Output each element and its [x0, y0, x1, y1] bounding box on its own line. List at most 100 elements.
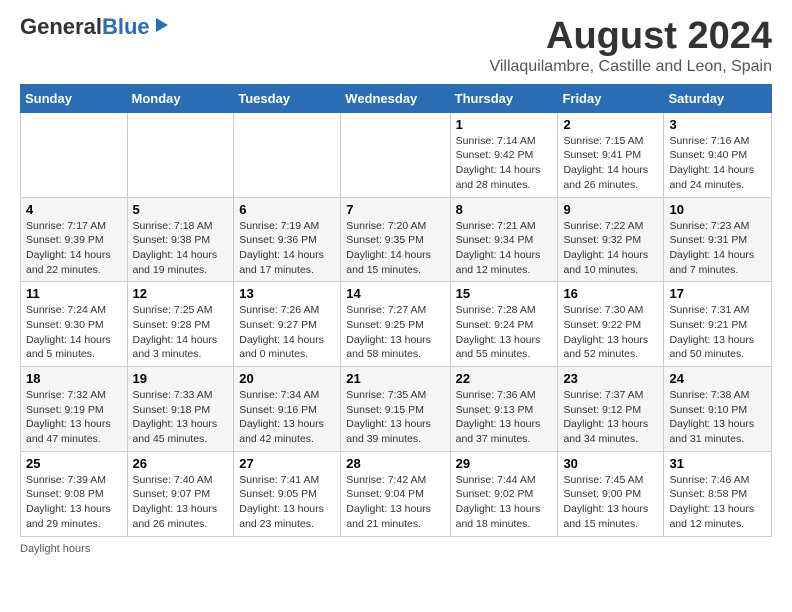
calendar-cell: 30Sunrise: 7:45 AM Sunset: 9:00 PM Dayli… — [558, 451, 664, 536]
day-number: 3 — [669, 117, 766, 132]
calendar-cell: 8 Sunrise: 7:21 AM Sunset: 9:34 PM Daylig… — [450, 197, 558, 282]
day-number: 14 — [346, 286, 444, 301]
calendar-cell: 23 Sunrise: 7:37 AM Sunset: 9:12 PM Dayli… — [558, 367, 664, 452]
day-number: 20 — [239, 371, 335, 386]
day-info: Sunrise: 7:36 AM Sunset: 9:13 PM Dayligh… — [456, 388, 553, 447]
day-number: 13 — [239, 286, 335, 301]
day-info: Sunrise: 7:33 AM Sunset: 9:18 PM Dayligh… — [133, 388, 229, 447]
calendar-cell: 28 Sunrise: 7:42 AM Sunset: 9:04 PM Dayli… — [341, 451, 450, 536]
calendar-cell: 24 Sunrise: 7:38 AM Sunset: 9:10 PM Dayli… — [664, 367, 772, 452]
day-number: 23 — [563, 371, 658, 386]
day-info: Sunrise: 7:30 AM Sunset: 9:22 PM Dayligh… — [563, 303, 658, 362]
calendar-cell: 3 Sunrise: 7:16 AM Sunset: 9:40 PM Daylig… — [664, 112, 772, 197]
day-number: 11 — [26, 286, 122, 301]
day-number: 6 — [239, 202, 335, 217]
day-number: 8 — [456, 202, 553, 217]
calendar-cell: 27Sunrise: 7:41 AM Sunset: 9:05 PM Dayli… — [234, 451, 341, 536]
day-number: 16 — [563, 286, 658, 301]
calendar-cell: 29 Sunrise: 7:44 AM Sunset: 9:02 PM Dayli… — [450, 451, 558, 536]
subtitle: Villaquilambre, Castille and Leon, Spain — [489, 58, 772, 76]
day-info: Sunrise: 7:44 AM Sunset: 9:02 PM Dayligh… — [456, 473, 553, 532]
day-info: Sunrise: 7:45 AM Sunset: 9:00 PM Dayligh… — [563, 473, 658, 532]
day-info: Sunrise: 7:31 AM Sunset: 9:21 PM Dayligh… — [669, 303, 766, 362]
day-info: Sunrise: 7:25 AM Sunset: 9:28 PM Dayligh… — [133, 303, 229, 362]
day-info: Sunrise: 7:16 AM Sunset: 9:40 PM Dayligh… — [669, 134, 766, 193]
day-info: Sunrise: 7:37 AM Sunset: 9:12 PM Dayligh… — [563, 388, 658, 447]
calendar-cell: 5 Sunrise: 7:18 AM Sunset: 9:38 PM Daylig… — [127, 197, 234, 282]
day-number: 2 — [563, 117, 658, 132]
day-info: Sunrise: 7:24 AM Sunset: 9:30 PM Dayligh… — [26, 303, 122, 362]
calendar-cell: 14 Sunrise: 7:27 AM Sunset: 9:25 PM Dayli… — [341, 282, 450, 367]
day-info: Sunrise: 7:41 AM Sunset: 9:05 PM Dayligh… — [239, 473, 335, 532]
day-number: 25 — [26, 456, 122, 471]
day-number: 10 — [669, 202, 766, 217]
main-title: August 2024 — [489, 16, 772, 58]
day-number: 28 — [346, 456, 444, 471]
day-info: Sunrise: 7:15 AM Sunset: 9:41 PM Dayligh… — [563, 134, 658, 193]
day-number: 7 — [346, 202, 444, 217]
day-number: 15 — [456, 286, 553, 301]
day-number: 5 — [133, 202, 229, 217]
calendar-cell: 20 Sunrise: 7:34 AM Sunset: 9:16 PM Dayli… — [234, 367, 341, 452]
weekday-header-saturday: Saturday — [664, 84, 772, 112]
calendar-cell: 9 Sunrise: 7:22 AM Sunset: 9:32 PM Daylig… — [558, 197, 664, 282]
calendar-cell: 1Sunrise: 7:14 AM Sunset: 9:42 PM Daylig… — [450, 112, 558, 197]
calendar-cell — [341, 112, 450, 197]
page-header: GeneralBlue August 2024 Villaquilambre, … — [20, 16, 772, 76]
day-number: 22 — [456, 371, 553, 386]
day-info: Sunrise: 7:20 AM Sunset: 9:35 PM Dayligh… — [346, 219, 444, 278]
logo-text: GeneralBlue — [20, 16, 150, 38]
calendar-cell — [127, 112, 234, 197]
day-number: 21 — [346, 371, 444, 386]
calendar-cell: 10Sunrise: 7:23 AM Sunset: 9:31 PM Dayli… — [664, 197, 772, 282]
logo-icon — [152, 16, 170, 34]
day-number: 26 — [133, 456, 229, 471]
calendar-cell: 31 Sunrise: 7:46 AM Sunset: 8:58 PM Dayli… — [664, 451, 772, 536]
weekday-header-monday: Monday — [127, 84, 234, 112]
weekday-header-friday: Friday — [558, 84, 664, 112]
calendar-cell: 15Sunrise: 7:28 AM Sunset: 9:24 PM Dayli… — [450, 282, 558, 367]
day-info: Sunrise: 7:32 AM Sunset: 9:19 PM Dayligh… — [26, 388, 122, 447]
day-info: Sunrise: 7:22 AM Sunset: 9:32 PM Dayligh… — [563, 219, 658, 278]
day-number: 19 — [133, 371, 229, 386]
weekday-header-sunday: Sunday — [21, 84, 128, 112]
calendar-cell: 11 Sunrise: 7:24 AM Sunset: 9:30 PM Dayli… — [21, 282, 128, 367]
day-info: Sunrise: 7:27 AM Sunset: 9:25 PM Dayligh… — [346, 303, 444, 362]
calendar-cell: 13 Sunrise: 7:26 AM Sunset: 9:27 PM Dayli… — [234, 282, 341, 367]
weekday-header-wednesday: Wednesday — [341, 84, 450, 112]
calendar-cell: 26Sunrise: 7:40 AM Sunset: 9:07 PM Dayli… — [127, 451, 234, 536]
day-info: Sunrise: 7:42 AM Sunset: 9:04 PM Dayligh… — [346, 473, 444, 532]
day-number: 4 — [26, 202, 122, 217]
calendar-cell: 7 Sunrise: 7:20 AM Sunset: 9:35 PM Daylig… — [341, 197, 450, 282]
weekday-header-thursday: Thursday — [450, 84, 558, 112]
calendar-cell: 25Sunrise: 7:39 AM Sunset: 9:08 PM Dayli… — [21, 451, 128, 536]
day-number: 24 — [669, 371, 766, 386]
calendar-cell: 16 Sunrise: 7:30 AM Sunset: 9:22 PM Dayli… — [558, 282, 664, 367]
calendar-cell: 18 Sunrise: 7:32 AM Sunset: 9:19 PM Dayli… — [21, 367, 128, 452]
day-number: 1 — [456, 117, 553, 132]
day-info: Sunrise: 7:21 AM Sunset: 9:34 PM Dayligh… — [456, 219, 553, 278]
day-number: 9 — [563, 202, 658, 217]
day-info: Sunrise: 7:17 AM Sunset: 9:39 PM Dayligh… — [26, 219, 122, 278]
day-info: Sunrise: 7:46 AM Sunset: 8:58 PM Dayligh… — [669, 473, 766, 532]
day-number: 31 — [669, 456, 766, 471]
day-info: Sunrise: 7:18 AM Sunset: 9:38 PM Dayligh… — [133, 219, 229, 278]
day-number: 17 — [669, 286, 766, 301]
calendar-cell — [234, 112, 341, 197]
calendar-cell — [21, 112, 128, 197]
day-info: Sunrise: 7:19 AM Sunset: 9:36 PM Dayligh… — [239, 219, 335, 278]
day-number: 18 — [26, 371, 122, 386]
footer-note: Daylight hours — [20, 543, 772, 555]
day-info: Sunrise: 7:35 AM Sunset: 9:15 PM Dayligh… — [346, 388, 444, 447]
day-info: Sunrise: 7:34 AM Sunset: 9:16 PM Dayligh… — [239, 388, 335, 447]
day-number: 12 — [133, 286, 229, 301]
weekday-header-tuesday: Tuesday — [234, 84, 341, 112]
day-info: Sunrise: 7:38 AM Sunset: 9:10 PM Dayligh… — [669, 388, 766, 447]
day-number: 29 — [456, 456, 553, 471]
calendar-cell: 2 Sunrise: 7:15 AM Sunset: 9:41 PM Daylig… — [558, 112, 664, 197]
calendar: SundayMondayTuesdayWednesdayThursdayFrid… — [20, 84, 772, 537]
calendar-cell: 21 Sunrise: 7:35 AM Sunset: 9:15 PM Dayli… — [341, 367, 450, 452]
calendar-cell: 17 Sunrise: 7:31 AM Sunset: 9:21 PM Dayli… — [664, 282, 772, 367]
title-block: August 2024 Villaquilambre, Castille and… — [489, 16, 772, 76]
day-info: Sunrise: 7:26 AM Sunset: 9:27 PM Dayligh… — [239, 303, 335, 362]
